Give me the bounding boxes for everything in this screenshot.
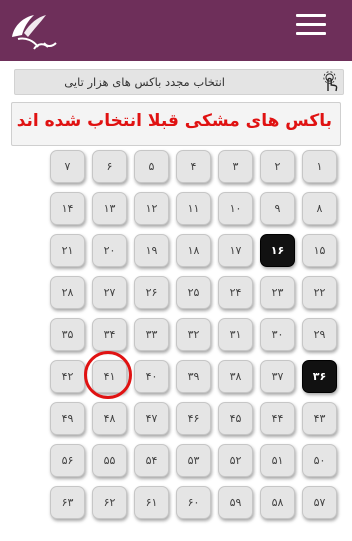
box-item[interactable]: ۲۵ <box>176 276 211 309</box>
box-item[interactable]: ۳۷ <box>260 360 295 393</box>
box-taken[interactable]: ۱۶ <box>260 234 295 267</box>
box-item[interactable]: ۶۱ <box>134 486 169 519</box>
box-item[interactable]: ۱ <box>302 150 337 183</box>
box-item[interactable]: ۱۳ <box>92 192 127 225</box>
box-item[interactable]: ۴۲ <box>50 360 85 393</box>
box-item[interactable]: ۳۲ <box>176 318 211 351</box>
box-item[interactable]: ۴۳ <box>302 402 337 435</box>
box-item[interactable]: ۳۸ <box>218 360 253 393</box>
box-item[interactable]: ۸ <box>302 192 337 225</box>
box-item[interactable]: ۲۲ <box>302 276 337 309</box>
box-item[interactable]: ۵۹ <box>218 486 253 519</box>
box-taken[interactable]: ۳۶ <box>302 360 337 393</box>
box-item[interactable]: ۲۷ <box>92 276 127 309</box>
box-item[interactable]: ۷ <box>50 150 85 183</box>
box-item[interactable]: ۵۱ <box>260 444 295 477</box>
box-item[interactable]: ۵۴ <box>134 444 169 477</box>
box-item[interactable]: ۴۹ <box>50 402 85 435</box>
box-item[interactable]: ۱۱ <box>176 192 211 225</box>
menu-button[interactable] <box>296 14 326 36</box>
box-item[interactable]: ۵۶ <box>50 444 85 477</box>
top-bar <box>0 0 352 61</box>
box-item[interactable]: ۳۳ <box>134 318 169 351</box>
box-item[interactable]: ۳۰ <box>260 318 295 351</box>
box-item[interactable]: ۱۵ <box>302 234 337 267</box>
box-item[interactable]: ۶ <box>92 150 127 183</box>
box-item[interactable]: ۲۰ <box>92 234 127 267</box>
hamburger-icon <box>296 14 326 17</box>
box-item[interactable]: ۲۶ <box>134 276 169 309</box>
box-item[interactable]: ۵۷ <box>302 486 337 519</box>
box-item[interactable]: ۱۰ <box>218 192 253 225</box>
box-item[interactable]: ۴ <box>176 150 211 183</box>
box-item[interactable]: ۴۶ <box>176 402 211 435</box>
reselect-button[interactable]: انتخاب مجدد باکس های هزار تایی <box>14 69 344 95</box>
box-item[interactable]: ۴۸ <box>92 402 127 435</box>
box-item[interactable]: ۹ <box>260 192 295 225</box>
touch-icon <box>323 71 338 92</box>
box-item[interactable]: ۶۲ <box>92 486 127 519</box>
box-item[interactable]: ۳۱ <box>218 318 253 351</box>
box-item[interactable]: ۲۱ <box>50 234 85 267</box>
box-item[interactable]: ۱۲ <box>134 192 169 225</box>
box-item[interactable]: ۵۳ <box>176 444 211 477</box>
box-item[interactable]: ۱۷ <box>218 234 253 267</box>
notice-text: باکس های مشکی قبلا انتخاب شده اند <box>16 111 332 131</box>
box-item[interactable]: ۲۴ <box>218 276 253 309</box>
box-item[interactable]: ۳۴ <box>92 318 127 351</box>
box-item[interactable]: ۲ <box>260 150 295 183</box>
box-item[interactable]: ۵۲ <box>218 444 253 477</box>
box-item[interactable]: ۶۰ <box>176 486 211 519</box>
box-item[interactable]: ۳۹ <box>176 360 211 393</box>
box-item[interactable]: ۱۴ <box>50 192 85 225</box>
box-item[interactable]: ۱۸ <box>176 234 211 267</box>
reselect-label: انتخاب مجدد باکس های هزار تایی <box>64 75 225 89</box>
box-item[interactable]: ۴۱ <box>92 360 127 393</box>
box-item[interactable]: ۵ <box>134 150 169 183</box>
box-item[interactable]: ۶۳ <box>50 486 85 519</box>
box-item[interactable]: ۵۰ <box>302 444 337 477</box>
box-item[interactable]: ۴۰ <box>134 360 169 393</box>
box-item[interactable]: ۴۷ <box>134 402 169 435</box>
logo-icon[interactable] <box>4 7 64 57</box>
box-item[interactable]: ۳ <box>218 150 253 183</box>
box-item[interactable]: ۱۹ <box>134 234 169 267</box>
box-item[interactable]: ۵۸ <box>260 486 295 519</box>
notice-box: باکس های مشکی قبلا انتخاب شده اند <box>11 102 341 146</box>
box-item[interactable]: ۴۵ <box>218 402 253 435</box>
box-item[interactable]: ۲۸ <box>50 276 85 309</box>
box-item[interactable]: ۴۴ <box>260 402 295 435</box>
box-item[interactable]: ۳۵ <box>50 318 85 351</box>
box-item[interactable]: ۲۳ <box>260 276 295 309</box>
box-item[interactable]: ۵۵ <box>92 444 127 477</box>
box-item[interactable]: ۲۹ <box>302 318 337 351</box>
